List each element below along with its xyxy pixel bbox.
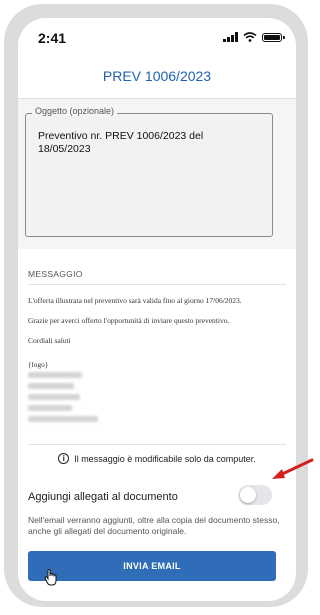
info-icon: i bbox=[58, 453, 70, 464]
email-form: Oggetto (opzionale) Preventivo nr. PREV … bbox=[18, 99, 296, 601]
blurred-signature-line bbox=[28, 372, 82, 378]
attachments-toggle[interactable] bbox=[238, 485, 272, 505]
red-arrow-icon bbox=[272, 458, 314, 479]
blurred-signature-line bbox=[28, 405, 72, 411]
subject-field[interactable]: Oggetto (opzionale) Preventivo nr. PREV … bbox=[25, 106, 273, 237]
blurred-signature-line bbox=[28, 394, 80, 400]
subject-label: Oggetto (opzionale) bbox=[32, 106, 118, 116]
message-divider bbox=[28, 284, 286, 285]
message-line: L'offerta illustrata nel preventivo sarà… bbox=[28, 296, 242, 305]
subject-section: Oggetto (opzionale) Preventivo nr. PREV … bbox=[18, 99, 296, 249]
status-time: 2:41 bbox=[38, 30, 67, 46]
subject-value: Preventivo nr. PREV 1006/2023 del 18/05/… bbox=[38, 130, 258, 156]
status-icons bbox=[223, 32, 285, 42]
page-title: PREV 1006/2023 bbox=[102, 68, 212, 84]
signal-icon bbox=[223, 32, 238, 42]
notice-text: Il messaggio è modificabile solo da comp… bbox=[74, 453, 256, 464]
cursor-hand-icon bbox=[44, 569, 57, 586]
blurred-signature-line bbox=[28, 416, 98, 422]
attachments-description: Nell'email verranno aggiunti, oltre alla… bbox=[28, 515, 280, 536]
message-label: MESSAGGIO bbox=[28, 269, 83, 279]
toggle-knob bbox=[240, 487, 256, 503]
app-screen: 2:41 PREV 1006/2023 Oggetto (opzionale) bbox=[18, 18, 296, 601]
notice: i Il messaggio è modificabile solo da co… bbox=[18, 453, 296, 464]
nav-header: PREV 1006/2023 bbox=[18, 54, 296, 99]
subject-value-line: Preventivo nr. PREV 1006/2023 del bbox=[38, 130, 204, 142]
phone-frame: 2:41 PREV 1006/2023 Oggetto (opzionale) bbox=[4, 4, 308, 607]
blurred-signature-line bbox=[28, 383, 74, 389]
send-email-label: INVIA EMAIL bbox=[123, 561, 181, 571]
message-line: Grazie per averci offerto l'opportunità … bbox=[28, 316, 230, 325]
battery-icon bbox=[262, 32, 285, 42]
message-line: {logo} bbox=[28, 360, 49, 369]
wifi-icon bbox=[243, 32, 257, 42]
status-bar: 2:41 bbox=[18, 18, 296, 54]
attachments-label: Aggiungi allegati al documento bbox=[28, 491, 178, 503]
message-line: Cordiali saluti bbox=[28, 336, 71, 345]
subject-value-line: 18/05/2023 bbox=[38, 143, 91, 155]
send-email-button[interactable]: INVIA EMAIL bbox=[28, 551, 276, 581]
notice-divider bbox=[28, 444, 286, 445]
